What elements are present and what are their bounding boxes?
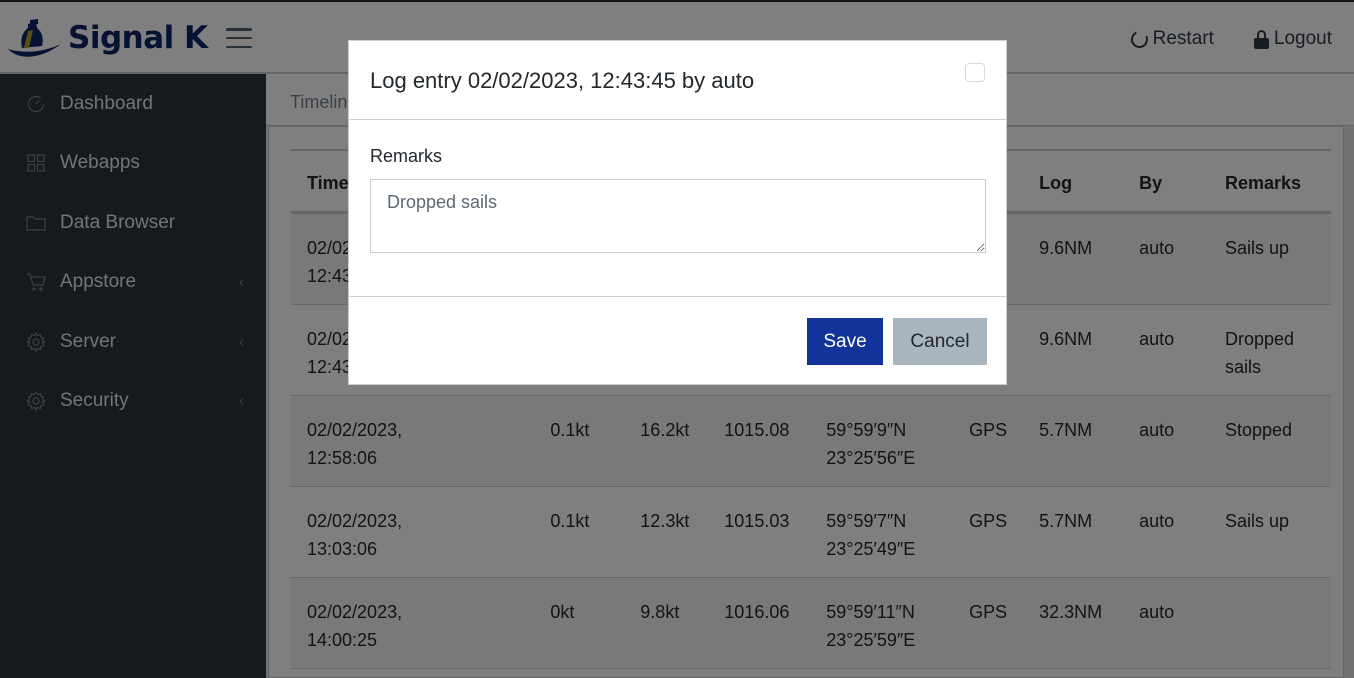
modal-title: Log entry 02/02/2023, 12:43:45 by auto xyxy=(370,68,755,93)
save-button[interactable]: Save xyxy=(807,318,883,365)
log-entry-modal: Log entry 02/02/2023, 12:43:45 by auto R… xyxy=(348,40,1007,385)
cancel-button[interactable]: Cancel xyxy=(893,318,987,365)
remarks-label: Remarks xyxy=(370,146,443,166)
modal-header: Log entry 02/02/2023, 12:43:45 by auto xyxy=(349,41,1006,120)
modal-footer: Save Cancel xyxy=(349,297,1006,385)
close-button[interactable] xyxy=(965,63,985,82)
modal-body: Remarks Dropped sails xyxy=(349,120,1006,297)
remarks-textarea[interactable]: Dropped sails xyxy=(370,179,986,253)
